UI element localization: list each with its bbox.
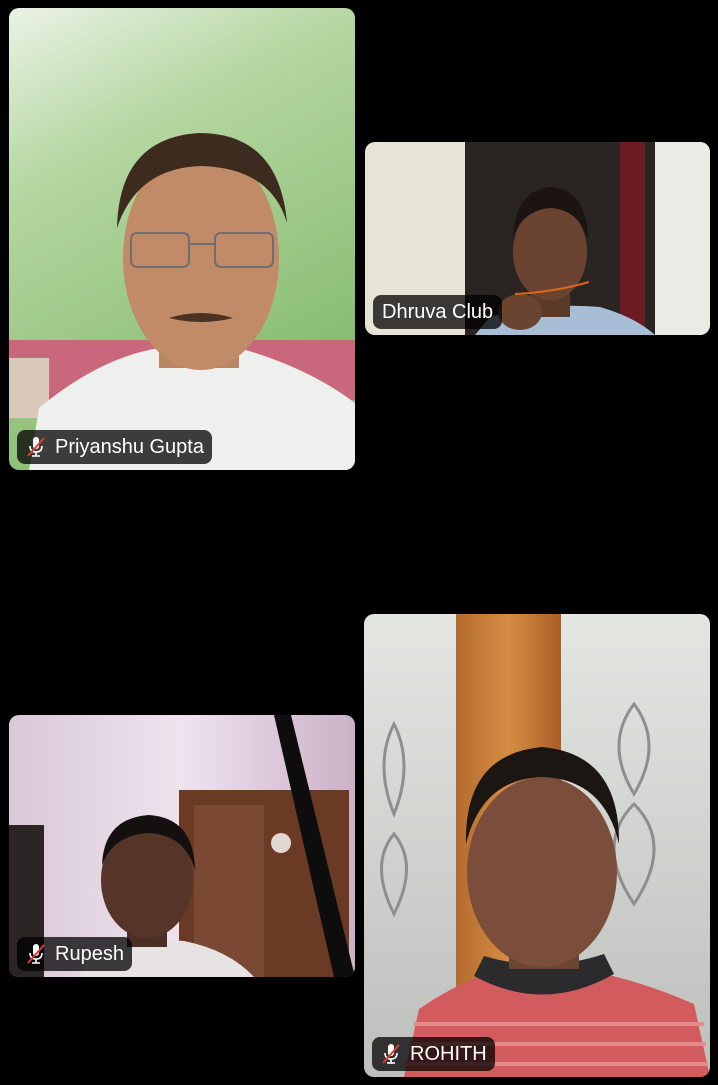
video-tile-dhruva-club[interactable]: Dhruva Club (365, 142, 710, 335)
video-feed (364, 614, 710, 1077)
video-tile-rupesh[interactable]: Rupesh (9, 715, 355, 977)
mic-muted-icon (25, 435, 47, 459)
video-feed (9, 8, 355, 470)
participant-name: Rupesh (55, 942, 124, 965)
participant-name: ROHITH (410, 1042, 487, 1065)
participant-name-tag: ROHITH (372, 1037, 495, 1071)
video-tile-rohith[interactable]: ROHITH (364, 614, 710, 1077)
participant-name: Dhruva Club (382, 300, 494, 323)
mic-muted-icon (380, 1042, 402, 1066)
participant-name: Priyanshu Gupta (55, 435, 204, 458)
participant-name-tag: Rupesh (17, 937, 132, 971)
participant-name-tag: Priyanshu Gupta (17, 430, 212, 464)
mic-muted-icon (25, 942, 47, 966)
participant-name-tag: Dhruva Club (373, 295, 503, 329)
video-tile-priyanshu-gupta[interactable]: Priyanshu Gupta (9, 8, 355, 470)
